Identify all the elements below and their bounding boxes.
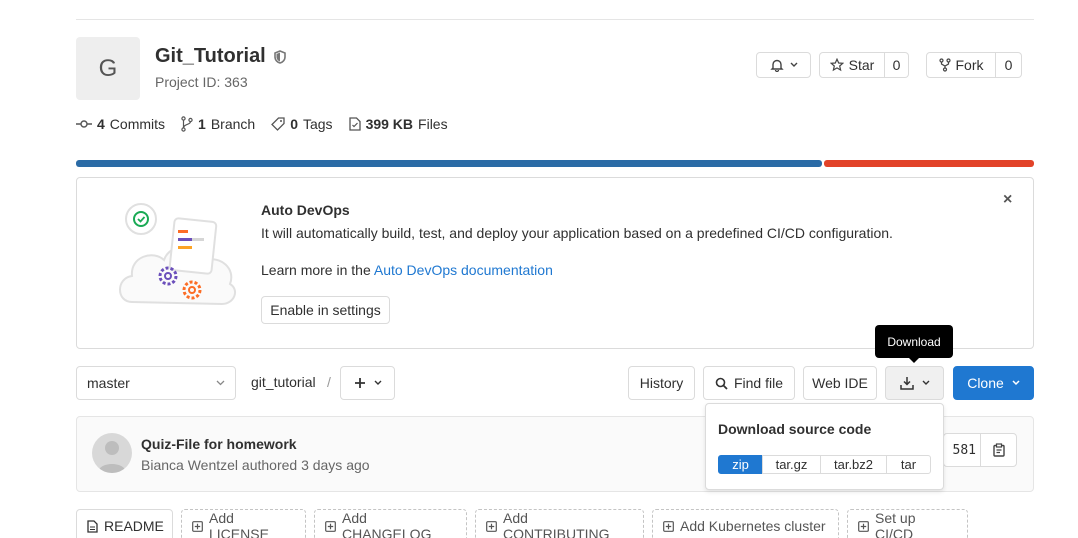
fork-label: Fork [955, 57, 984, 73]
tags-label: Tags [302, 116, 333, 132]
plus-square-icon [325, 520, 336, 532]
download-button[interactable] [885, 366, 944, 400]
add-license-label: Add LICENSE [209, 510, 269, 538]
files-stat[interactable]: 399 KB Files [348, 116, 448, 132]
star-group: Star 0 [819, 52, 909, 78]
add-kubernetes-label: Add Kubernetes cluster [680, 518, 826, 534]
clipboard-icon [992, 443, 1005, 457]
download-tooltip: Download [875, 325, 953, 363]
bell-icon [769, 58, 784, 72]
plus-square-icon [663, 520, 674, 532]
plus-square-icon [858, 520, 869, 532]
branch-select[interactable]: master [76, 366, 236, 400]
tag-icon [271, 117, 285, 131]
fork-icon [938, 58, 951, 72]
chevron-down-icon [374, 380, 382, 386]
download-format-group: zip tar.gz tar.bz2 tar [718, 455, 931, 474]
commit-meta: Bianca Wentzel authored 3 days ago [141, 457, 370, 473]
setup-ci-cd-button[interactable]: Set up CI/CD [847, 509, 968, 538]
language-bar-segment [76, 160, 822, 167]
copy-sha-button[interactable] [980, 434, 1016, 466]
project-title-row: Git_Tutorial [155, 45, 286, 68]
download-tar[interactable]: tar [886, 455, 931, 474]
branch-label: Branch [210, 116, 256, 132]
devops-description: It will automatically build, test, and d… [261, 225, 893, 241]
star-count[interactable]: 0 [885, 52, 909, 78]
fork-group: Fork 0 [926, 52, 1022, 78]
add-changelog-label: Add CHANGELOG [342, 510, 432, 538]
project-avatar: G [76, 37, 140, 100]
repository-languages-bar [76, 160, 1034, 167]
breadcrumb-separator: / [327, 374, 331, 390]
devops-learn-more: Learn more in the Auto DevOps documentat… [261, 262, 553, 278]
avatar[interactable] [92, 433, 132, 473]
file-icon [87, 519, 98, 533]
chevron-down-icon [1012, 380, 1020, 386]
tags-stat[interactable]: 0 Tags [271, 116, 333, 132]
chevron-down-icon [216, 380, 225, 386]
download-tar-gz[interactable]: tar.gz [762, 455, 821, 474]
breadcrumb-path[interactable]: git_tutorial [251, 374, 316, 390]
plus-square-icon [486, 520, 497, 532]
file-icon [348, 117, 361, 131]
commit-icon [76, 119, 92, 129]
download-zip[interactable]: zip [718, 455, 763, 474]
star-label: Star [848, 57, 875, 73]
clone-button[interactable]: Clone [953, 366, 1034, 400]
branch-icon [181, 116, 193, 132]
chevron-down-icon [790, 62, 798, 68]
commits-label: Commits [109, 116, 166, 132]
add-license-button[interactable]: Add LICENSE [181, 509, 306, 538]
readme-button[interactable]: README [76, 509, 173, 538]
find-file-button[interactable]: Find file [703, 366, 795, 400]
project-stats: 4 Commits 1 Branch 0 Tags 399 KB Files [76, 116, 448, 132]
project-id: Project ID: 363 [155, 74, 248, 90]
add-contributing-label: Add CONTRIBUTING [503, 510, 610, 538]
enable-in-settings-button[interactable]: Enable in settings [261, 296, 390, 324]
devops-docs-link[interactable]: Auto DevOps documentation [374, 262, 553, 278]
plus-icon [354, 377, 366, 389]
plus-square-icon [192, 520, 203, 532]
commits-count: 4 [97, 116, 105, 132]
download-icon [899, 376, 914, 390]
tags-count: 0 [290, 116, 298, 132]
web-ide-button[interactable]: Web IDE [803, 366, 877, 400]
add-changelog-button[interactable]: Add CHANGELOG [314, 509, 467, 538]
download-dropdown [705, 403, 944, 490]
branch-select-value: master [87, 375, 130, 391]
language-bar-segment [823, 160, 1034, 167]
readme-label: README [104, 518, 164, 534]
fork-button[interactable]: Fork [926, 52, 996, 78]
close-icon[interactable]: × [1003, 191, 1012, 209]
setup-ci-cd-label: Set up CI/CD [875, 510, 916, 538]
notification-button[interactable] [756, 52, 811, 78]
project-name[interactable]: Git_Tutorial [155, 45, 266, 68]
chevron-down-icon [922, 380, 930, 386]
commit-sha[interactable]: 581 [944, 434, 980, 466]
devops-illustration-icon [114, 198, 242, 314]
commit-title[interactable]: Quiz-File for homework [141, 436, 297, 452]
fork-count[interactable]: 0 [996, 52, 1022, 78]
history-button[interactable]: History [628, 366, 695, 400]
star-button[interactable]: Star [819, 52, 885, 78]
commit-sha-group: 581 [943, 433, 1017, 467]
header-divider [76, 19, 1034, 20]
devops-learn-prefix: Learn more in the [261, 262, 374, 278]
devops-title: Auto DevOps [261, 202, 350, 218]
add-to-tree-button[interactable] [340, 366, 395, 400]
commits-stat[interactable]: 4 Commits [76, 116, 165, 132]
add-kubernetes-cluster-button[interactable]: Add Kubernetes cluster [652, 509, 839, 538]
files-size: 399 KB [365, 116, 414, 132]
files-label: Files [418, 116, 448, 132]
search-icon [715, 377, 728, 390]
download-dropdown-title: Download source code [718, 421, 872, 437]
clone-label: Clone [967, 375, 1004, 391]
add-contributing-button[interactable]: Add CONTRIBUTING [475, 509, 644, 538]
visibility-icon [273, 49, 286, 64]
star-icon [829, 58, 844, 72]
download-tar-bz2[interactable]: tar.bz2 [820, 455, 887, 474]
branch-stat[interactable]: 1 Branch [181, 116, 255, 132]
find-file-label: Find file [733, 375, 784, 391]
branch-count: 1 [198, 116, 206, 132]
